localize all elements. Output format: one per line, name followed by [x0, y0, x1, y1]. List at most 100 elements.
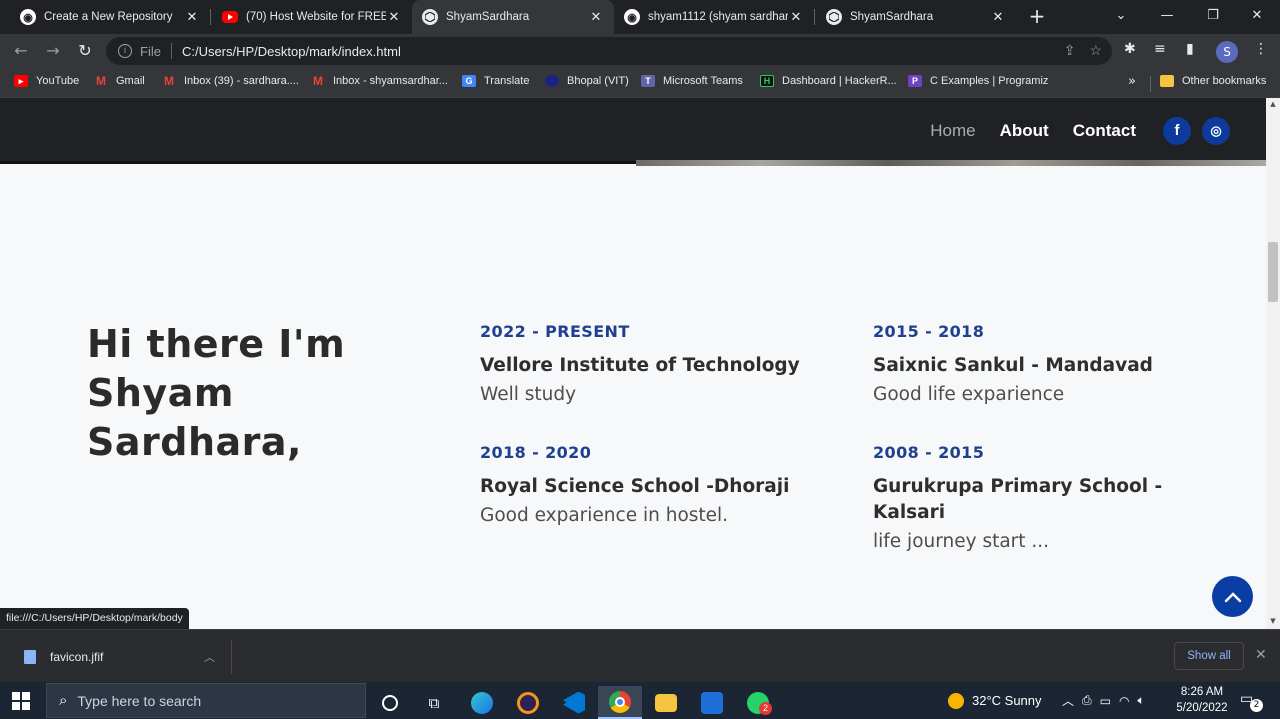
windows-taskbar: ⌕ Type here to search ⧉ 2 32°C Sunny ︿ ⎙…	[0, 682, 1280, 719]
cortana-icon[interactable]	[368, 686, 412, 719]
other-bookmarks-folder[interactable]: Other bookmarks	[1160, 75, 1266, 87]
page-scrollbar[interactable]: ▲ ▼	[1266, 98, 1280, 629]
close-tab-icon[interactable]: ✕	[990, 9, 1006, 25]
show-all-downloads-button[interactable]: Show all	[1174, 642, 1244, 670]
eclipse-icon[interactable]	[506, 686, 550, 719]
bookmark-gmail[interactable]: M Gmail	[94, 74, 145, 88]
scrollbar-thumb[interactable]	[1268, 242, 1278, 302]
battery-icon[interactable]: ▭	[1100, 694, 1111, 708]
extensions-icon[interactable]: ✱	[1124, 41, 1136, 57]
chevron-up-icon[interactable]: ︿	[204, 649, 215, 665]
tab-shyamsardhara-2[interactable]: ShyamSardhara ✕	[816, 0, 1016, 34]
system-clock[interactable]: 8:26 AM 5/20/2022	[1172, 684, 1232, 716]
tab-title: Create a New Repository	[44, 11, 173, 23]
education-years: 2018 - 2020	[480, 443, 592, 462]
bookmark-star-icon[interactable]: ☆	[1089, 42, 1102, 59]
file-explorer-icon[interactable]	[644, 686, 688, 719]
bookmark-microsoft-teams[interactable]: T Microsoft Teams	[641, 75, 743, 87]
tab-youtube-host-website[interactable]: (70) Host Website for FREE on ✕	[212, 0, 412, 34]
restore-button[interactable]: ❐	[1190, 0, 1236, 32]
facebook-icon[interactable]: f	[1163, 117, 1191, 145]
download-item[interactable]: favicon.jfif ︿	[14, 640, 232, 674]
new-tab-button[interactable]: +	[1026, 5, 1048, 27]
clock-date: 5/20/2022	[1176, 702, 1228, 714]
meet-now-icon[interactable]: ⎙	[1082, 693, 1092, 708]
bookmark-youtube[interactable]: ▸ YouTube	[14, 75, 79, 87]
weather-text: 32°C Sunny	[972, 693, 1042, 708]
back-to-top-button[interactable]	[1212, 576, 1253, 617]
bookmark-programiz[interactable]: P C Examples | Programiz	[908, 75, 1048, 87]
chrome-icon[interactable]	[598, 686, 642, 719]
scroll-up-arrow-icon[interactable]: ▲	[1266, 100, 1280, 108]
education-note: life journey start ...	[873, 531, 1050, 552]
chevron-up-icon[interactable]: ︿	[1062, 692, 1074, 709]
chevron-up-icon	[1224, 591, 1241, 602]
nav-link-about[interactable]: About	[1000, 121, 1049, 141]
youtube-icon	[222, 11, 238, 23]
taskbar-search-box[interactable]: ⌕ Type here to search	[46, 683, 366, 718]
photos-icon[interactable]	[690, 686, 734, 719]
volume-icon[interactable]: 🔈︎	[1137, 693, 1144, 708]
back-arrow-icon[interactable]: ←	[10, 40, 32, 62]
github-icon: ◉	[20, 9, 36, 25]
menu-kebab-icon[interactable]: ⋮	[1254, 41, 1268, 57]
bookmark-label: Other bookmarks	[1182, 75, 1267, 87]
bookmark-inbox-sardhara[interactable]: M Inbox (39) - sardhara....	[162, 74, 299, 88]
youtube-icon: ▸	[14, 75, 28, 87]
edge-icon[interactable]	[460, 686, 504, 719]
profile-avatar[interactable]: S	[1216, 41, 1238, 63]
scroll-down-arrow-icon[interactable]: ▼	[1266, 617, 1280, 625]
minimize-button[interactable]: —	[1144, 0, 1190, 32]
folder-icon	[1160, 75, 1174, 87]
tab-search-chevron-icon[interactable]: ⌄	[1098, 0, 1144, 32]
reload-icon[interactable]: ↻	[74, 40, 96, 62]
url-text[interactable]: C:/Users/HP/Desktop/mark/index.html	[182, 44, 401, 59]
tab-create-repository[interactable]: ◉ Create a New Repository ✕	[10, 0, 210, 34]
gmail-icon: M	[164, 74, 174, 88]
nav-link-contact[interactable]: Contact	[1073, 121, 1136, 141]
tab-shyamsardhara-active[interactable]: ShyamSardhara ✕	[412, 0, 614, 34]
codepen-icon	[422, 9, 438, 25]
instagram-icon[interactable]: ◎	[1202, 117, 1230, 145]
hackerrank-icon: H	[760, 75, 774, 87]
more-bookmarks-chevron-icon[interactable]: »	[1128, 74, 1136, 89]
close-tab-icon[interactable]: ✕	[386, 9, 402, 25]
scheme-label: File	[140, 43, 161, 59]
education-years: 2008 - 2015	[873, 443, 985, 462]
bookmark-inbox-shyamsardhar[interactable]: M Inbox - shyamsardhar...	[311, 74, 448, 88]
close-tab-icon[interactable]: ✕	[588, 9, 604, 25]
nav-link-home[interactable]: Home	[930, 121, 975, 141]
side-panel-icon[interactable]: ▮	[1186, 41, 1194, 57]
wifi-icon[interactable]: ◠	[1119, 694, 1129, 708]
notification-center-icon[interactable]: ▭ 2	[1240, 691, 1263, 712]
codepen-icon	[826, 9, 842, 25]
bookmark-label: Translate	[484, 75, 530, 87]
bookmark-label: Bhopal (VIT)	[567, 75, 629, 87]
close-tab-icon[interactable]: ✕	[184, 9, 200, 25]
address-bar[interactable]: i File C:/Users/HP/Desktop/mark/index.ht…	[106, 37, 1112, 65]
close-downloads-icon[interactable]: ✕	[1255, 647, 1267, 663]
bookmark-bhopal-vit[interactable]: Bhopal (VIT)	[545, 75, 629, 87]
share-icon[interactable]: ⇪	[1064, 42, 1076, 59]
education-item: 2015 - 2018 Saixnic Sankul - Mandavad Go…	[873, 322, 1203, 405]
download-file-name: favicon.jfif	[50, 650, 104, 664]
close-window-button[interactable]: ✕	[1234, 0, 1280, 32]
whatsapp-icon[interactable]: 2	[736, 686, 780, 719]
site-nav: Home About Contact	[930, 121, 1136, 141]
translate-icon: G	[462, 75, 476, 87]
windows-start-icon[interactable]	[12, 692, 30, 710]
education-school: Vellore Institute of Technology	[480, 355, 800, 376]
site-header: Home About Contact f ◎	[0, 98, 1266, 164]
weather-widget[interactable]: 32°C Sunny	[948, 682, 1042, 719]
media-control-icon[interactable]: ≡	[1154, 41, 1166, 57]
vscode-icon[interactable]	[552, 686, 596, 719]
tab-github-profile[interactable]: ◉ shyam1112 (shyam sardhara) ✕	[614, 0, 814, 34]
bookmark-translate[interactable]: G Translate	[462, 75, 529, 87]
bookmarks-divider	[1150, 76, 1151, 92]
info-icon[interactable]: i	[118, 44, 132, 58]
education-years: 2015 - 2018	[873, 322, 985, 341]
close-tab-icon[interactable]: ✕	[788, 9, 804, 25]
bookmark-hackerrank[interactable]: H Dashboard | HackerR...	[760, 75, 897, 87]
forward-arrow-icon[interactable]: →	[42, 40, 64, 62]
task-view-icon[interactable]: ⧉	[412, 686, 456, 719]
